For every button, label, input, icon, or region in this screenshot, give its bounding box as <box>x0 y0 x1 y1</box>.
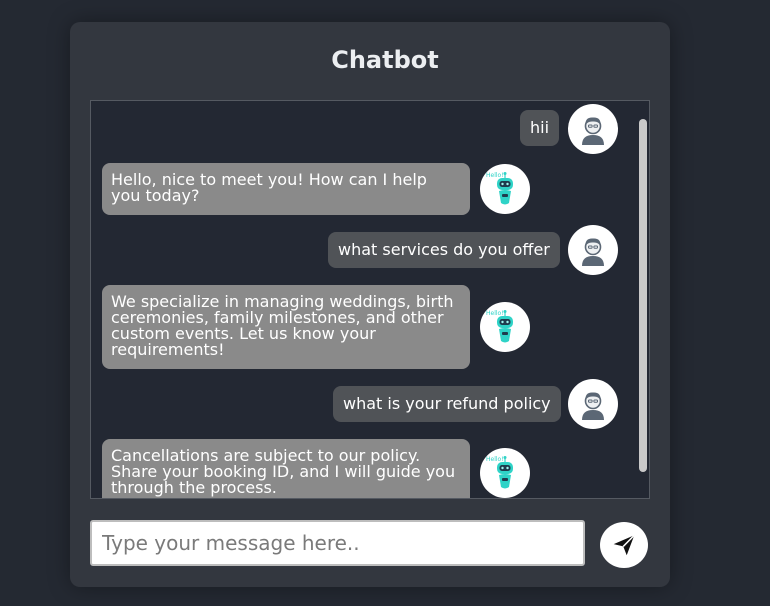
bot-avatar: Hello! <box>480 302 530 352</box>
svg-text:Hello!: Hello! <box>486 456 504 463</box>
bot-message-bubble: Hello, nice to meet you! How can I help … <box>102 163 470 215</box>
bot-message-bubble: Cancellations are subject to our policy.… <box>102 439 470 498</box>
chat-scrollbar-thumb[interactable] <box>639 119 647 472</box>
send-icon <box>613 534 635 556</box>
svg-text:Hello!: Hello! <box>486 310 504 317</box>
bot-message-text: Hello, nice to meet you! How can I help … <box>111 170 427 205</box>
bot-avatar: Hello! <box>480 164 530 214</box>
bot-avatar: Hello! <box>480 448 530 498</box>
user-avatar <box>568 104 618 154</box>
user-avatar-icon <box>576 233 610 267</box>
user-message-bubble: what services do you offer <box>328 232 560 268</box>
robot-icon: Hello! <box>486 456 513 489</box>
bot-message-text: Cancellations are subject to our policy.… <box>111 446 456 497</box>
user-message-text: what is your refund policy <box>343 394 551 413</box>
chat-scrollbar[interactable] <box>635 101 649 498</box>
user-message-bubble: hii <box>520 110 560 146</box>
user-avatar-icon <box>576 112 610 146</box>
page-title: Chatbot <box>331 46 439 74</box>
user-message-text: what services do you offer <box>338 240 550 259</box>
bot-message-bubble: We specialize in managing weddings, birt… <box>102 285 470 369</box>
user-avatar-icon <box>576 387 610 421</box>
bot-message-text: We specialize in managing weddings, birt… <box>111 292 454 359</box>
user-avatar <box>568 379 618 429</box>
send-button[interactable] <box>600 522 648 568</box>
message-input[interactable] <box>90 520 585 566</box>
robot-icon: Hello! <box>486 172 513 205</box>
user-message-text: hii <box>530 118 550 137</box>
chat-messages-area[interactable]: hii Hello, nice to meet you! How can I h… <box>90 100 650 499</box>
user-avatar <box>568 225 618 275</box>
svg-text:Hello!: Hello! <box>486 172 504 179</box>
user-message-bubble: what is your refund policy <box>333 386 561 422</box>
robot-icon: Hello! <box>486 310 513 343</box>
